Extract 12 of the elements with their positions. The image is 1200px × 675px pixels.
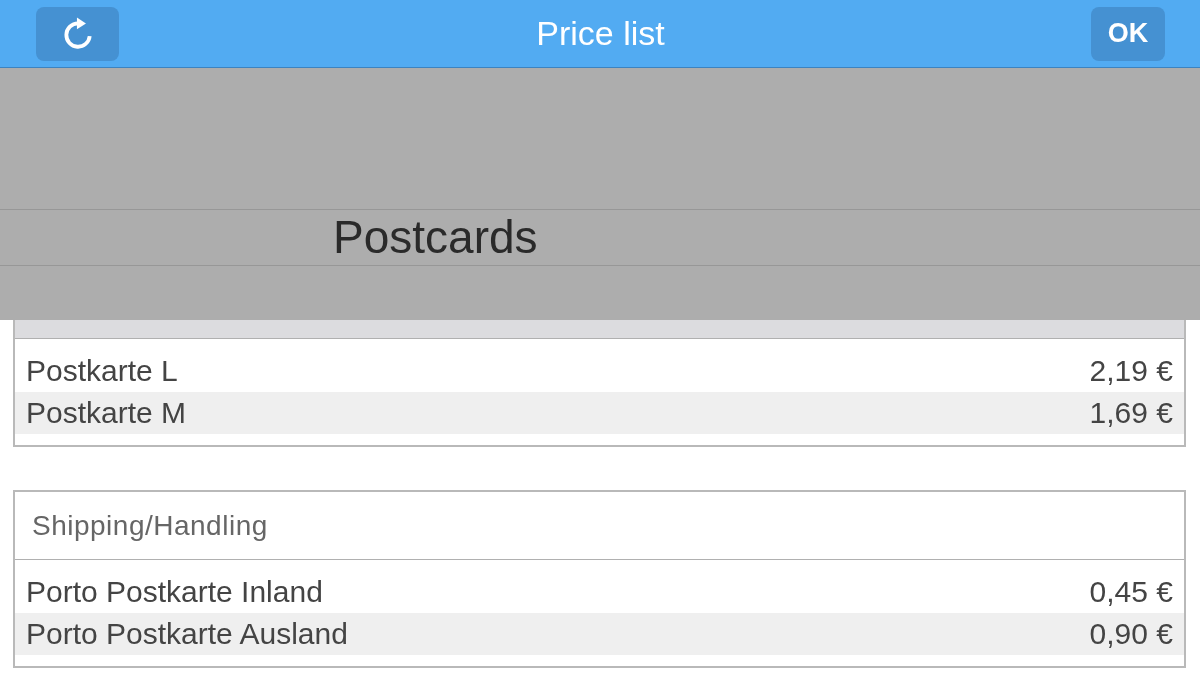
refresh-button[interactable]	[36, 6, 119, 61]
picker-option[interactable]: Postcards	[333, 212, 538, 263]
item-price: 2,19 €	[1089, 353, 1173, 389]
page-title: Price list	[536, 14, 665, 53]
item-price: 0,45 €	[1089, 574, 1173, 610]
item-name: Postkarte M	[26, 395, 187, 431]
item-name: Postkarte L	[26, 353, 178, 389]
item-name: Porto Postkarte Ausland	[26, 616, 348, 652]
item-price: 0,90 €	[1089, 616, 1173, 652]
ok-button[interactable]: OK	[1091, 6, 1165, 61]
item-name: Porto Postkarte Inland	[26, 574, 323, 610]
item-price: 1,69 €	[1089, 395, 1173, 431]
